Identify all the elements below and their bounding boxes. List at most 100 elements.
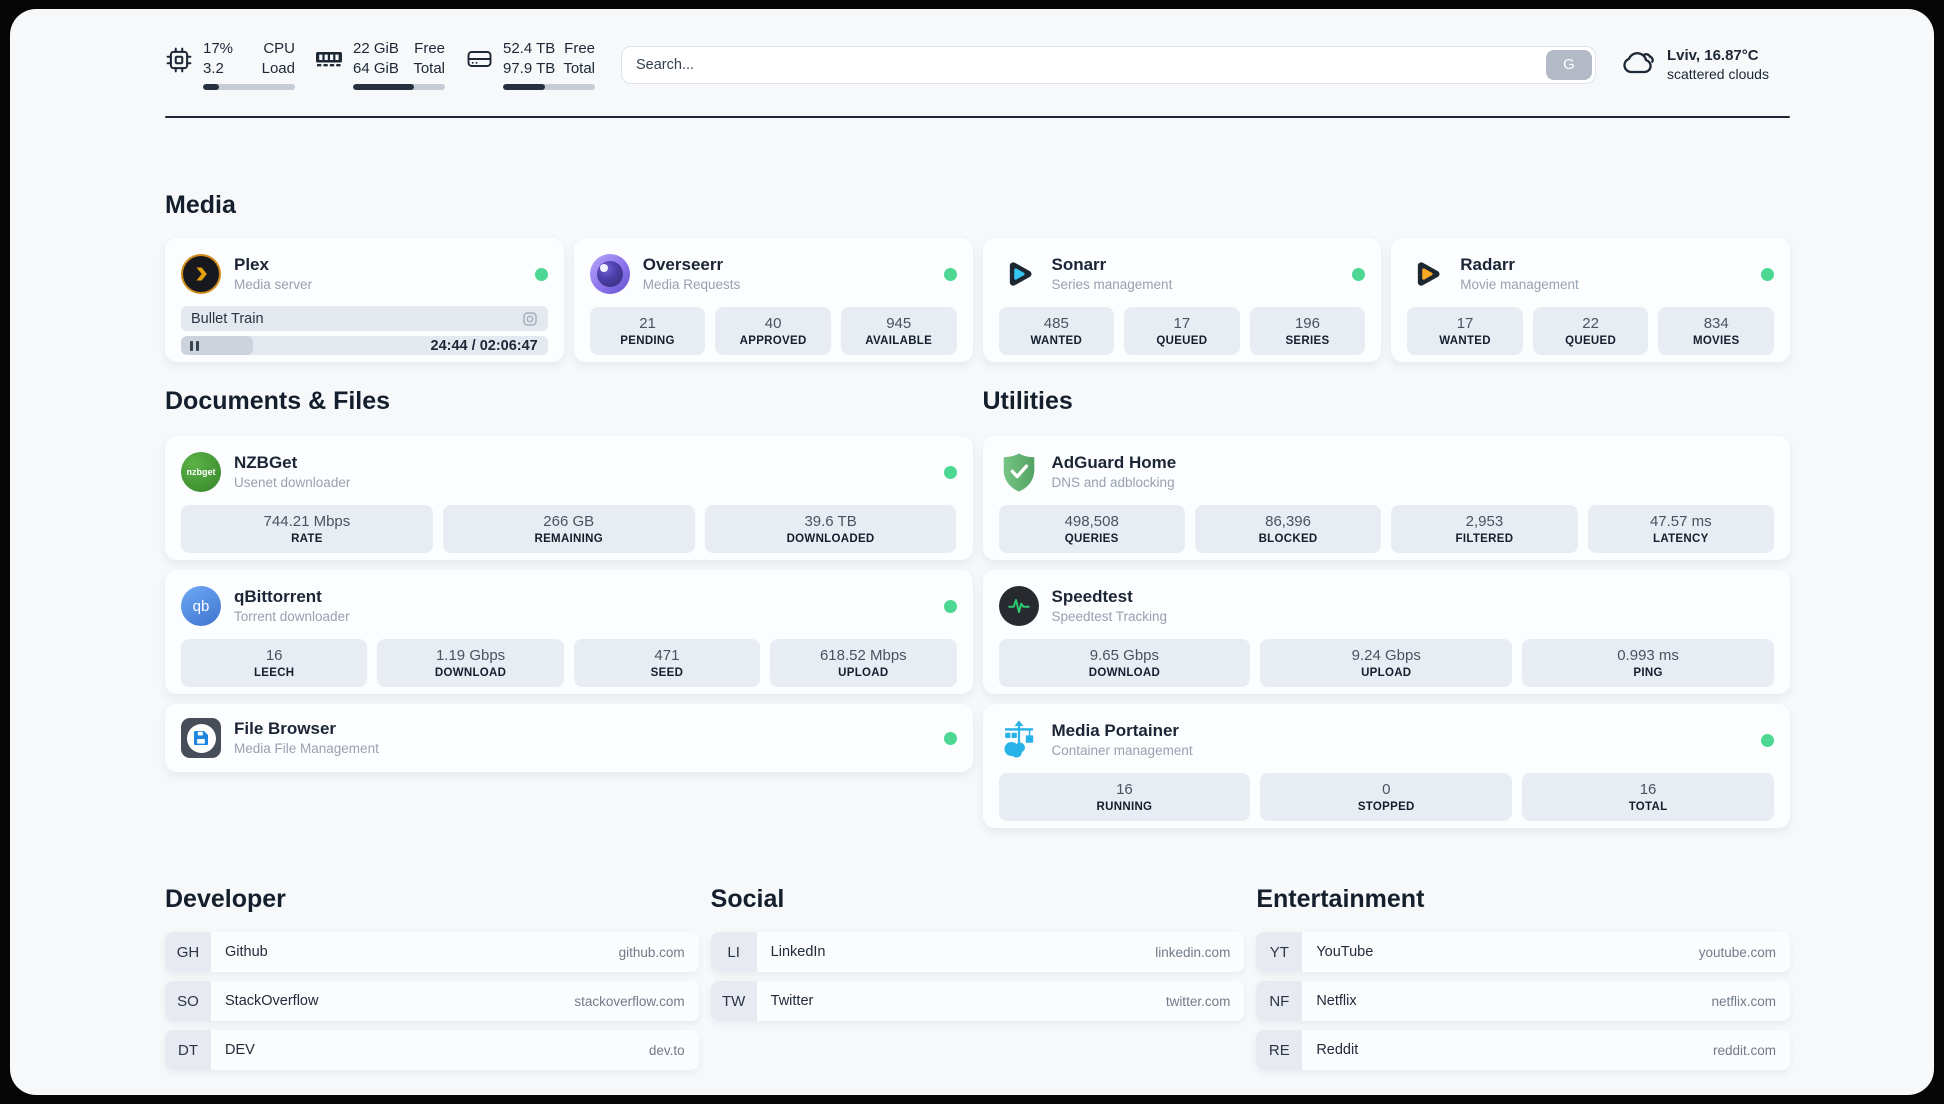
bookmark-url: stackoverflow.com	[574, 993, 685, 1009]
app-card-filebrowser[interactable]: File Browser Media File Management	[165, 704, 973, 772]
stat-label: REMAINING	[534, 533, 603, 545]
nzbget-icon: nzbget	[181, 452, 221, 492]
memory-label-2: Total	[413, 60, 445, 77]
stat-label: QUEUED	[1565, 335, 1617, 347]
memory-progress-track	[353, 84, 445, 90]
bookmark-netflix[interactable]: NF Netflix netflix.com	[1256, 981, 1790, 1021]
bookmark-name: Twitter	[770, 993, 814, 1009]
bookmarks-developer: Developer GH Github github.com SO StackO…	[165, 886, 699, 1070]
stat-value: 744.21 Mbps	[263, 513, 351, 530]
stat-box: 17 WANTED	[1407, 307, 1523, 355]
stat-box: 618.52 Mbps UPLOAD	[770, 639, 957, 687]
bookmark-name: YouTube	[1316, 944, 1374, 960]
stat-box: 22 QUEUED	[1532, 307, 1649, 355]
stat-box: 40 APPROVED	[715, 307, 831, 355]
section-title-entertainment: Entertainment	[1256, 885, 1425, 913]
weather-condition: scattered clouds	[1667, 66, 1769, 82]
status-dot	[1761, 733, 1774, 747]
stat-value: 266 GB	[543, 513, 595, 530]
cpu-label-2: Load	[261, 60, 295, 77]
status-dot	[943, 465, 957, 479]
linkedin-icon: LI	[710, 932, 757, 972]
cloud-icon	[1622, 49, 1656, 81]
app-subtitle: DNS and adblocking	[1051, 475, 1175, 490]
stat-label: QUERIES	[1064, 533, 1119, 545]
two-column-area: Documents & Files nzbget NZBGet Usenet d…	[165, 388, 1790, 828]
app-subtitle: Speedtest Tracking	[1051, 609, 1168, 624]
bookmark-name: DEV	[225, 1042, 255, 1058]
app-subtitle: Media server	[234, 277, 313, 292]
search-engine-button[interactable]: G	[1546, 49, 1592, 80]
stat-box: 1.19 Gbps DOWNLOAD	[377, 639, 564, 687]
stat-label: TOTAL	[1628, 801, 1668, 813]
stat-value: 22	[1582, 315, 1599, 332]
app-card-qbittorrent[interactable]: qb qBittorrent Torrent downloader 16 LEEC…	[165, 570, 973, 694]
stat-box: 16 TOTAL	[1522, 773, 1774, 821]
section-title-developer: Developer	[165, 885, 286, 913]
twitter-icon: TW	[710, 981, 757, 1021]
bookmark-url: youtube.com	[1698, 944, 1776, 960]
stat-box: 47.57 ms LATENCY	[1587, 505, 1774, 553]
memory-label-1: Free	[414, 40, 445, 57]
playback-progress-bar[interactable]: 24:44 / 02:06:47	[181, 336, 548, 355]
stat-label: APPROVED	[739, 335, 807, 347]
stat-value: 0.993 ms	[1617, 647, 1679, 664]
stat-box: 21 PENDING	[589, 307, 706, 355]
cpu-load: 3.2	[203, 60, 224, 77]
app-name: Speedtest	[1051, 587, 1133, 606]
playback-progress-fill	[181, 336, 253, 355]
storage-free: 52.4 TB	[503, 40, 556, 57]
stat-value: 21	[639, 315, 656, 332]
app-name: NZBGet	[234, 453, 298, 472]
dashboard-page: 17% CPU 3.2 Load 22 GiB Free 64 GiB Tota…	[10, 9, 1934, 1095]
app-subtitle: Torrent downloader	[234, 609, 350, 624]
bookmark-github[interactable]: GH Github github.com	[165, 932, 699, 972]
portainer-icon	[999, 720, 1039, 760]
storage-widget: 52.4 TB Free 97.9 TB Total	[465, 39, 595, 90]
app-name: Media Portainer	[1051, 721, 1180, 740]
documents-column: Documents & Files nzbget NZBGet Usenet d…	[165, 388, 973, 828]
bookmarks-area: Developer GH Github github.com SO StackO…	[165, 886, 1790, 1070]
adguard-icon	[999, 452, 1039, 492]
youtube-icon: YT	[1256, 932, 1303, 972]
stat-label: LEECH	[253, 667, 295, 679]
app-card-overseerr[interactable]: Overseerr Media Requests 21 PENDING 40 APP…	[573, 238, 973, 362]
app-card-portainer[interactable]: Media Portainer Container management 16 R…	[982, 704, 1790, 828]
stat-value: 9.24 Gbps	[1351, 647, 1421, 664]
stat-value: 498,508	[1064, 513, 1119, 530]
bookmark-stackoverflow[interactable]: SO StackOverflow stackoverflow.com	[165, 981, 699, 1021]
netflix-icon: NF	[1256, 981, 1303, 1021]
bookmark-reddit[interactable]: RE Reddit reddit.com	[1256, 1030, 1790, 1070]
stat-box: 17 QUEUED	[1124, 307, 1240, 355]
now-playing-bar: Bullet Train	[181, 306, 548, 331]
bookmarks-entertainment: Entertainment YT YouTube youtube.com NF …	[1256, 886, 1790, 1070]
bookmark-dev[interactable]: DT DEV dev.to	[165, 1030, 699, 1070]
app-subtitle: Media File Management	[234, 741, 379, 756]
app-card-nzbget[interactable]: nzbget NZBGet Usenet downloader 744.21 M…	[165, 436, 973, 560]
stat-label: DOWNLOAD	[434, 667, 507, 679]
radarr-icon	[1407, 254, 1447, 294]
app-card-speedtest[interactable]: Speedtest Speedtest Tracking 9.65 Gbps DO…	[982, 570, 1790, 694]
app-name: qBittorrent	[234, 587, 322, 606]
bookmark-linkedin[interactable]: LI LinkedIn linkedin.com	[710, 932, 1245, 972]
stat-box: 16 LEECH	[181, 639, 368, 687]
search-input[interactable]	[621, 45, 1596, 84]
app-card-plex[interactable]: Plex Media server Bullet Train 24:44 / 0…	[165, 238, 564, 362]
stackoverflow-icon: SO	[165, 981, 211, 1021]
memory-widget: 22 GiB Free 64 GiB Total	[315, 39, 445, 90]
stat-label: SEED	[650, 667, 684, 679]
now-playing-title: Bullet Train	[191, 310, 264, 327]
cpu-widget: 17% CPU 3.2 Load	[165, 39, 295, 90]
stat-box: 9.65 Gbps DOWNLOAD	[998, 639, 1251, 687]
bookmark-twitter[interactable]: TW Twitter twitter.com	[710, 981, 1245, 1021]
status-dot	[1761, 267, 1774, 281]
bookmarks-social: Social LI LinkedIn linkedin.com TW Twitt…	[710, 886, 1245, 1070]
app-card-radarr[interactable]: Radarr Movie management 17 WANTED 22 QUEUE…	[1391, 238, 1790, 362]
bookmark-youtube[interactable]: YT YouTube youtube.com	[1256, 932, 1790, 972]
stat-value: 2,953	[1465, 513, 1504, 530]
app-card-sonarr[interactable]: Sonarr Series management 485 WANTED 17 QUE…	[982, 238, 1382, 362]
stat-label: BLOCKED	[1258, 533, 1318, 545]
app-card-adguard[interactable]: AdGuard Home DNS and adblocking 498,508 Q…	[982, 436, 1790, 560]
plex-icon	[181, 254, 221, 294]
weather-widget[interactable]: Lviv, 16.87°C scattered clouds	[1622, 46, 1790, 83]
